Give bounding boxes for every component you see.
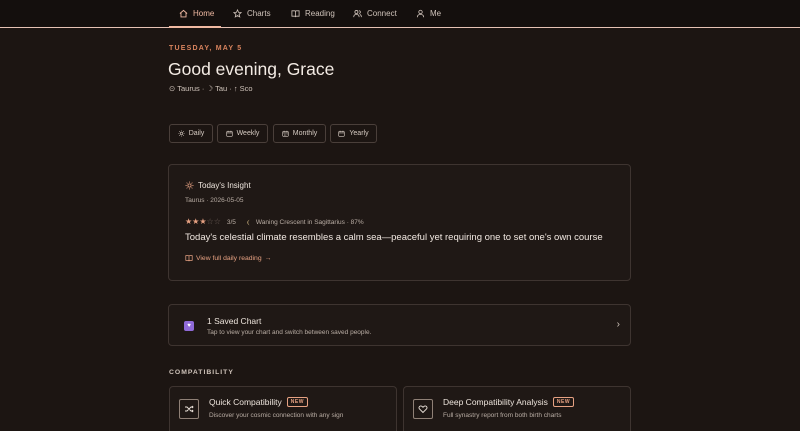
saved-chart-subtitle: Tap to view your chart and switch betwee… <box>207 329 372 336</box>
view-full-reading-link[interactable]: View full daily reading → <box>185 254 271 262</box>
active-tab-indicator <box>169 26 221 28</box>
period-label: Daily <box>188 130 205 137</box>
period-label: Monthly <box>292 130 318 137</box>
nav-item-connect[interactable]: Connect <box>353 0 397 27</box>
period-yearly-button[interactable]: Yearly <box>330 124 377 143</box>
arrow-right-icon: → <box>264 254 272 262</box>
top-nav: Home Charts Reading Connect Me <box>0 0 800 28</box>
star-empty-icon: ☆ <box>206 217 214 226</box>
nav-label: Connect <box>367 9 397 18</box>
star-filled-icon: ★ <box>199 217 207 226</box>
link-label: View full daily reading <box>196 254 262 262</box>
star-icon <box>233 9 242 18</box>
chevron-right-icon: › <box>616 319 620 330</box>
saved-chart-card[interactable]: ♥ 1 Saved Chart Tap to view your chart a… <box>168 304 631 346</box>
page-title: Good evening, Grace <box>168 59 335 79</box>
rating-row: ★★★☆☆ 3/5 Waning Crescent in Sagittarius… <box>185 218 364 226</box>
period-weekly-button[interactable]: Weekly <box>217 124 268 143</box>
nav-label: Me <box>430 9 442 18</box>
moon-icon <box>247 219 251 225</box>
deep-compatibility-card[interactable]: Deep Compatibility Analysis NEW Full syn… <box>403 386 631 431</box>
shuffle-icon <box>179 399 199 419</box>
nav-item-home[interactable]: Home <box>179 0 214 27</box>
calendar-icon <box>225 130 233 137</box>
star-rating: ★★★☆☆ <box>185 218 221 226</box>
insight-subtitle: Taurus · 2026-05-05 <box>185 197 244 204</box>
nav-item-reading[interactable]: Reading <box>291 0 335 27</box>
rating-text: 3/5 <box>226 218 236 226</box>
moon-phase: Waning Crescent in Sagittarius · 87% <box>246 219 364 226</box>
period-label: Weekly <box>236 130 260 137</box>
chart-badge-icon: ♥ <box>184 321 194 331</box>
compat-title: Deep Compatibility Analysis NEW <box>443 397 575 407</box>
section-heading: COMPATIBILITY <box>169 369 234 376</box>
nav-label: Home <box>193 9 215 18</box>
users-icon <box>353 10 362 18</box>
calendar-grid-icon <box>282 130 289 137</box>
compat-title: Quick Compatibility NEW <box>209 397 308 407</box>
period-label: Yearly <box>349 130 369 137</box>
nav-item-me[interactable]: Me <box>416 0 441 27</box>
book-icon <box>185 255 193 262</box>
nav-item-charts[interactable]: Charts <box>233 0 271 27</box>
user-icon <box>416 9 425 18</box>
moon-phase-text: Waning Crescent in Sagittarius · 87% <box>255 218 364 226</box>
compat-title-text: Deep Compatibility Analysis <box>443 397 548 407</box>
insight-title: Today's Insight <box>198 181 251 190</box>
new-badge: NEW <box>552 397 575 407</box>
period-daily-button[interactable]: Daily <box>169 124 213 143</box>
insight-card: Today's Insight Taurus · 2026-05-05 ★★★☆… <box>168 164 631 281</box>
sign-summary: ⊙ Taurus · ☽ Tau · ↑ Sco <box>169 84 253 93</box>
compat-subtitle: Discover your cosmic connection with any… <box>209 412 344 419</box>
nav-label: Reading <box>305 9 335 18</box>
date-label: TUESDAY, MAY 5 <box>169 45 243 52</box>
heart-icon <box>413 399 433 419</box>
quick-compatibility-card[interactable]: Quick Compatibility NEW Discover your co… <box>169 386 397 431</box>
insight-heading: Today's Insight <box>185 181 251 190</box>
home-icon <box>179 9 188 18</box>
sun-icon <box>178 130 185 137</box>
saved-chart-title: 1 Saved Chart <box>207 316 262 326</box>
book-icon <box>291 10 300 18</box>
insight-body: Today's celestial climate resembles a ca… <box>185 232 603 243</box>
period-monthly-button[interactable]: Monthly <box>273 124 326 143</box>
sun-icon <box>185 181 194 190</box>
compat-subtitle: Full synastry report from both birth cha… <box>443 412 562 419</box>
nav-label: Charts <box>247 9 271 18</box>
new-badge: NEW <box>286 397 308 407</box>
compat-title-text: Quick Compatibility <box>209 397 282 407</box>
calendar-icon <box>338 130 346 137</box>
star-empty-icon: ☆ <box>213 217 221 226</box>
